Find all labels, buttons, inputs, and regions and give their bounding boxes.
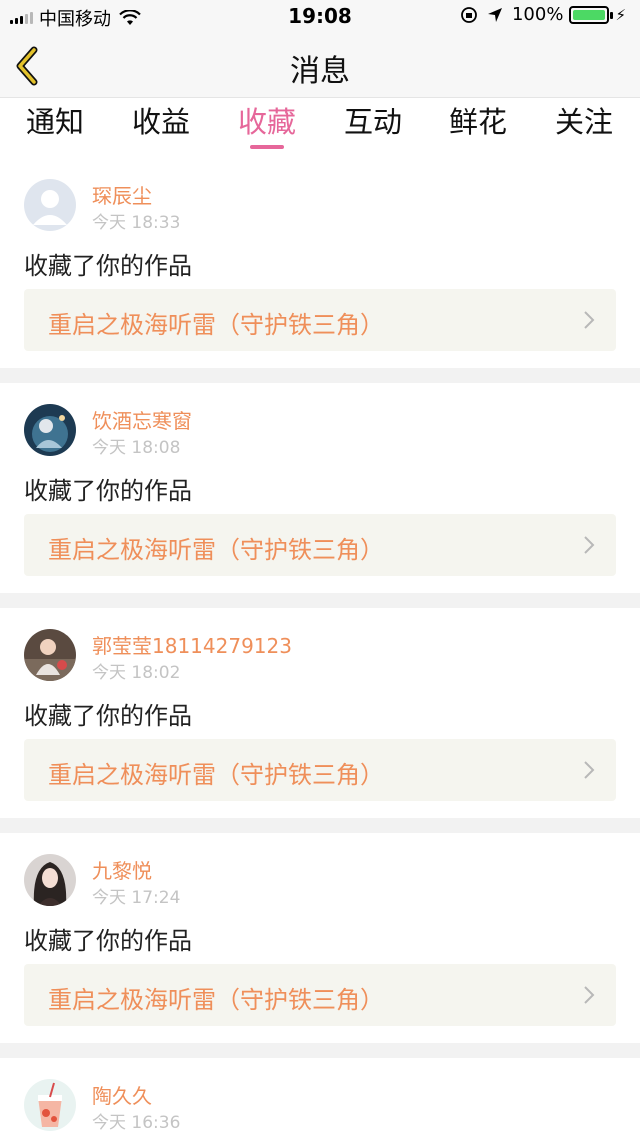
work-link[interactable]: 重启之极海听雷（守护铁三角） — [24, 964, 616, 1026]
divider — [0, 593, 640, 608]
avatar[interactable] — [24, 404, 76, 456]
divider — [0, 818, 640, 833]
tab-earnings[interactable]: 收益 — [108, 99, 214, 155]
work-link[interactable]: 重启之极海听雷（守护铁三角） — [24, 514, 616, 576]
username[interactable]: 饮酒忘寒窗 — [92, 405, 192, 434]
tab-flowers[interactable]: 鲜花 — [425, 99, 531, 155]
status-right: 100% ⚡ — [460, 4, 626, 25]
username[interactable]: 郭莹莹18114279123 — [92, 630, 292, 659]
work-link[interactable]: 重启之极海听雷（守护铁三角） — [24, 289, 616, 351]
action-text: 收藏了你的作品 — [24, 927, 192, 955]
divider — [0, 1043, 640, 1058]
work-title: 重启之极海听雷（守护铁三角） — [48, 536, 384, 564]
back-button[interactable] — [10, 44, 50, 88]
tab-notifications[interactable]: 通知 — [2, 99, 108, 155]
chevron-right-icon — [584, 986, 595, 1004]
chevron-left-icon — [16, 46, 38, 86]
avatar[interactable] — [24, 1079, 76, 1131]
location-icon — [487, 7, 502, 22]
orientation-lock-icon — [461, 6, 477, 23]
action-text: 收藏了你的作品 — [24, 702, 192, 730]
username[interactable]: 陶久久 — [92, 1080, 152, 1109]
chevron-right-icon — [584, 536, 595, 554]
work-title: 重启之极海听雷（守护铁三角） — [48, 311, 384, 339]
timestamp: 今天 18:02 — [92, 663, 181, 683]
tab-following[interactable]: 关注 — [531, 99, 637, 155]
action-text: 收藏了你的作品 — [24, 477, 192, 505]
battery-icon — [569, 5, 614, 24]
tab-favorites[interactable]: 收藏 — [214, 99, 320, 155]
username[interactable]: 九黎悦 — [92, 855, 152, 884]
action-text: 收藏了你的作品 — [24, 252, 192, 280]
chevron-right-icon — [584, 311, 595, 329]
nav-bar: 消息 — [0, 32, 640, 98]
list-item: 饮酒忘寒窗 今天 18:08 收藏了你的作品 重启之极海听雷（守护铁三角） — [0, 383, 640, 593]
page-title: 消息 — [290, 54, 350, 89]
work-title: 重启之极海听雷（守护铁三角） — [48, 761, 384, 789]
tab-bar: 通知 收益 收藏 互动 鲜花 关注 — [0, 99, 640, 155]
battery-label: 100% — [511, 4, 564, 25]
status-bar: 中国移动 19:08 100% ⚡ — [0, 0, 640, 32]
charging-icon: ⚡ — [615, 5, 626, 24]
list-item: 九黎悦 今天 17:24 收藏了你的作品 重启之极海听雷（守护铁三角） — [0, 833, 640, 1043]
divider — [0, 368, 640, 383]
tab-interactions[interactable]: 互动 — [320, 99, 426, 155]
avatar[interactable] — [24, 854, 76, 906]
work-link[interactable]: 重启之极海听雷（守护铁三角） — [24, 739, 616, 801]
chevron-right-icon — [584, 761, 595, 779]
timestamp: 今天 18:33 — [92, 213, 181, 233]
timestamp: 今天 18:08 — [92, 438, 181, 458]
list-item: 郭莹莹18114279123 今天 18:02 收藏了你的作品 重启之极海听雷（… — [0, 608, 640, 818]
avatar[interactable] — [24, 179, 76, 231]
list-item: 琛辰尘 今天 18:33 收藏了你的作品 重启之极海听雷（守护铁三角） — [0, 158, 640, 368]
timestamp: 今天 16:36 — [92, 1113, 181, 1133]
work-title: 重启之极海听雷（守护铁三角） — [48, 986, 384, 1014]
avatar[interactable] — [24, 629, 76, 681]
list-item: 陶久久 今天 16:36 — [0, 1058, 640, 1138]
username[interactable]: 琛辰尘 — [92, 180, 152, 209]
timestamp: 今天 17:24 — [92, 888, 181, 908]
